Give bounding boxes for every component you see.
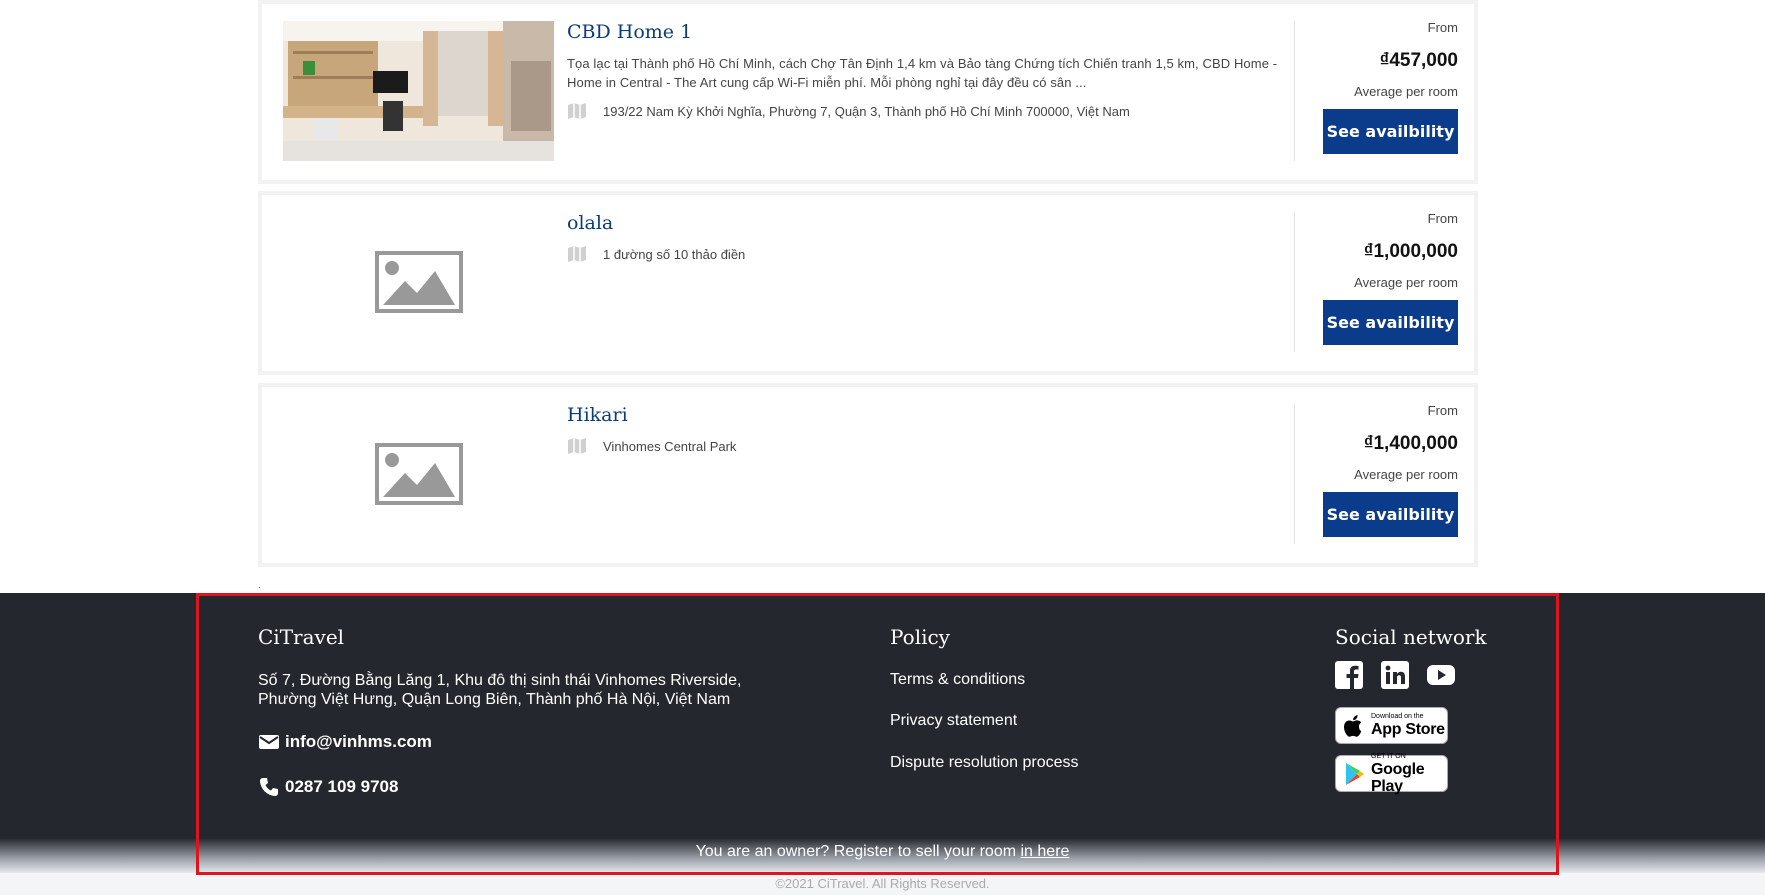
address-text: 1 đường số 10 thảo điền [603,246,746,262]
listing-card: Hikari Vinhomes Central Park From ₫1,400… [258,383,1478,567]
hotel-address: 1 đường số 10 thảo điền [567,245,1287,263]
room-photo [283,21,554,161]
hotel-photo[interactable] [283,404,554,544]
hotel-name[interactable]: CBD Home 1 [567,18,1287,46]
hotel-name[interactable]: olala [567,209,1287,237]
hotel-photo[interactable] [283,212,554,352]
see-availability-button[interactable]: See availbility [1323,300,1458,345]
price-column: From ₫1,400,000 Average per room See ava… [1298,401,1458,537]
from-label: From [1427,20,1458,35]
placeholder-image-icon [374,443,463,505]
price-column: From ₫1,000,000 Average per room See ava… [1298,209,1458,345]
average-label: Average per room [1354,467,1458,482]
divider [1294,21,1295,161]
see-availability-button[interactable]: See availbility [1323,492,1458,537]
divider [1294,212,1295,352]
average-label: Average per room [1354,275,1458,290]
price-value: ₫1,400,000 [1363,433,1458,454]
highlight-frame [196,593,1559,875]
address-text: Vinhomes Central Park [603,438,737,454]
map-icon [567,245,587,263]
hotel-address: 193/22 Nam Kỳ Khởi Nghĩa, Phường 7, Quận… [567,102,1287,120]
placeholder-image-icon [374,251,463,313]
address-text: 193/22 Nam Kỳ Khởi Nghĩa, Phường 7, Quận… [603,103,1130,119]
listing-info: CBD Home 1 Tọa lạc tại Thành phố Hồ Chí … [567,18,1287,120]
hotel-name[interactable]: Hikari [567,401,1287,429]
stray-dot: . [258,580,261,591]
hotel-address: Vinhomes Central Park [567,437,1287,455]
listing-card: CBD Home 1 Tọa lạc tại Thành phố Hồ Chí … [258,0,1478,184]
hotel-photo[interactable] [283,21,554,161]
hotel-description: Tọa lạc tại Thành phố Hồ Chí Minh, cách … [567,56,1278,90]
listing-card: olala 1 đường số 10 thảo điền From ₫1,00… [258,191,1478,375]
price-value: ₫1,000,000 [1363,241,1458,262]
average-label: Average per room [1354,84,1458,99]
divider [1294,404,1295,544]
from-label: From [1427,403,1458,418]
copyright: ©2021 CiTravel. All Rights Reserved. [0,873,1765,895]
listing-info: olala 1 đường số 10 thảo điền [567,209,1287,263]
from-label: From [1427,211,1458,226]
price-column: From ₫457,000 Average per room See avail… [1298,18,1458,154]
map-icon [567,437,587,455]
see-availability-button[interactable]: See availbility [1323,109,1458,154]
price-value: ₫457,000 [1379,50,1458,71]
map-icon [567,102,587,120]
listing-info: Hikari Vinhomes Central Park [567,401,1287,455]
